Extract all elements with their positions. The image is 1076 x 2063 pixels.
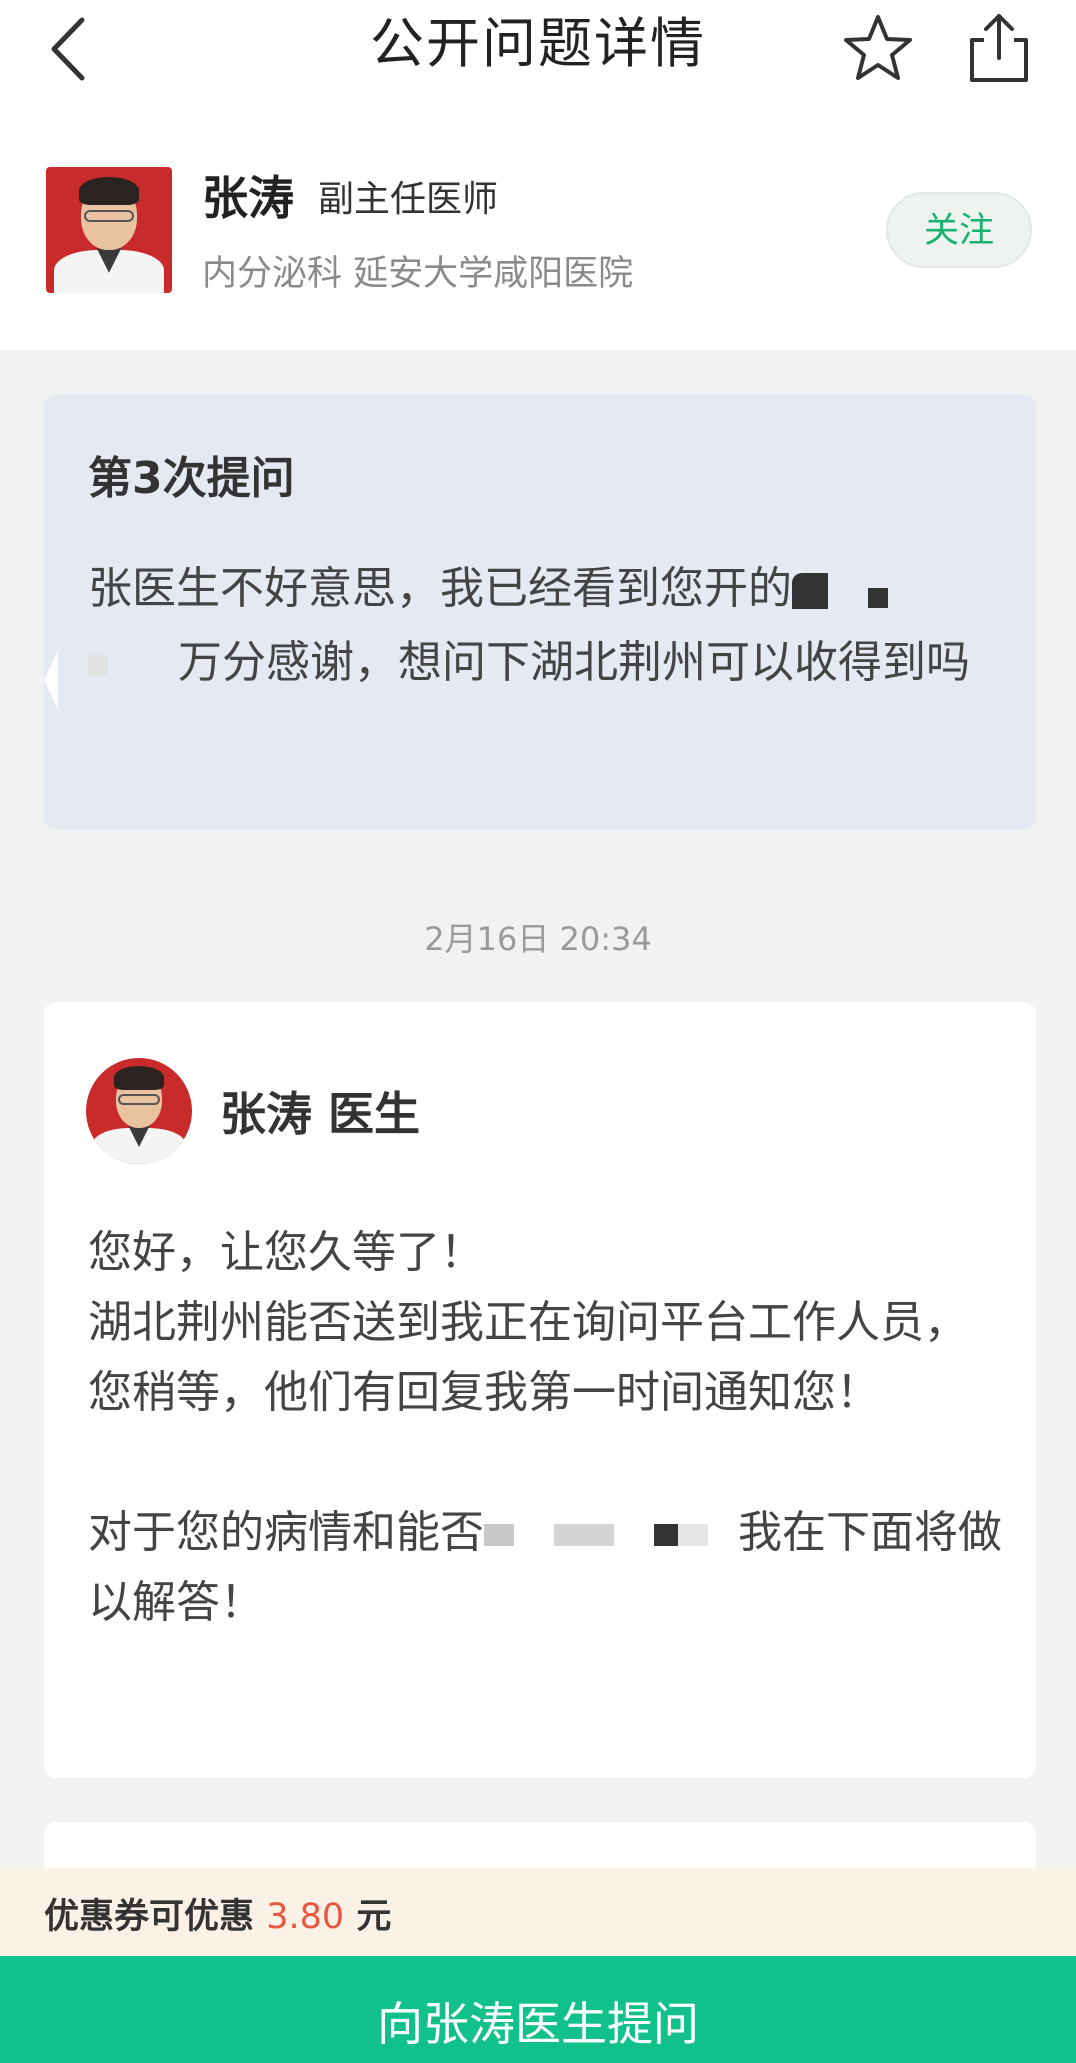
ask-doctor-button[interactable]: 向张涛医生提问 [0, 1956, 1076, 2063]
doctor-header: 张涛 副主任医师 内分泌科 延安大学咸阳医院 关注 [0, 110, 1076, 350]
coupon-prefix: 优惠券可优惠 [44, 1897, 255, 1937]
doctor-name: 张涛 [202, 171, 294, 225]
timestamp: 2月16日 20:34 [424, 920, 652, 958]
answer-paragraph: 湖北荆州能否送到我正在询问平台工作人员，您稍等，他们有回复我第一时间通知您！ [88, 1297, 968, 1418]
redacted-block [614, 1524, 654, 1546]
answer-card: 张涛 医生 您好，让您久等了！ 湖北荆州能否送到我正在询问平台工作人员，您稍等，… [44, 1002, 1036, 1778]
top-nav-bar: 公开问题详情 [0, 0, 1076, 110]
follow-button[interactable]: 关注 [886, 192, 1032, 268]
answer-text: 您好，让您久等了！ 湖北荆州能否送到我正在询问平台工作人员，您稍等，他们有回复我… [88, 1218, 1008, 1638]
question-text-part1: 张医生不好意思，我已经看到您开的 [88, 563, 792, 614]
redacted-block [514, 1524, 554, 1546]
answer-paragraph: 对于您的病情和能否 我在下面将做以解答！ [88, 1498, 1008, 1638]
collapse-handle[interactable] [44, 650, 58, 710]
coupon-bar: 优惠券可优惠 3.80 元 [0, 1868, 1076, 1956]
answer-avatar[interactable] [86, 1058, 192, 1164]
answer-paragraph: 您好，让您久等了！ [88, 1227, 484, 1278]
redacted-block [554, 1524, 614, 1546]
redacted-block [678, 1524, 708, 1546]
question-text-part2: 万分感谢，想问下湖北荆州可以收得到吗 [178, 637, 970, 688]
question-text: 张医生不好意思，我已经看到您开的万分感谢，想问下湖北荆州可以收得到吗 [88, 552, 1018, 700]
redacted-block [792, 573, 828, 609]
question-label: 第3次提问 [88, 453, 295, 504]
page-title: 公开问题详情 [370, 12, 706, 75]
star-outline-icon[interactable] [842, 12, 914, 84]
redacted-block [88, 655, 108, 675]
doctor-title: 副主任医师 [318, 179, 499, 220]
redacted-block [828, 581, 868, 601]
doctor-avatar[interactable] [46, 167, 172, 293]
coupon-text: 优惠券可优惠 3.80 元 [44, 1888, 391, 1939]
question-card: 第3次提问 张医生不好意思，我已经看到您开的万分感谢，想问下湖北荆州可以收得到吗 [44, 394, 1036, 830]
share-icon[interactable] [964, 10, 1034, 84]
coupon-suffix: 元 [356, 1897, 392, 1937]
answer-doctor-name: 张涛 医生 [220, 1087, 421, 1141]
redacted-block [484, 1524, 514, 1546]
redacted-block [654, 1524, 678, 1546]
coupon-amount: 3.80 [266, 1897, 345, 1937]
redacted-block [868, 588, 888, 608]
doctor-department: 内分泌科 延安大学咸阳医院 [202, 254, 634, 294]
answer-text-part: 对于您的病情和能否 [88, 1507, 484, 1558]
